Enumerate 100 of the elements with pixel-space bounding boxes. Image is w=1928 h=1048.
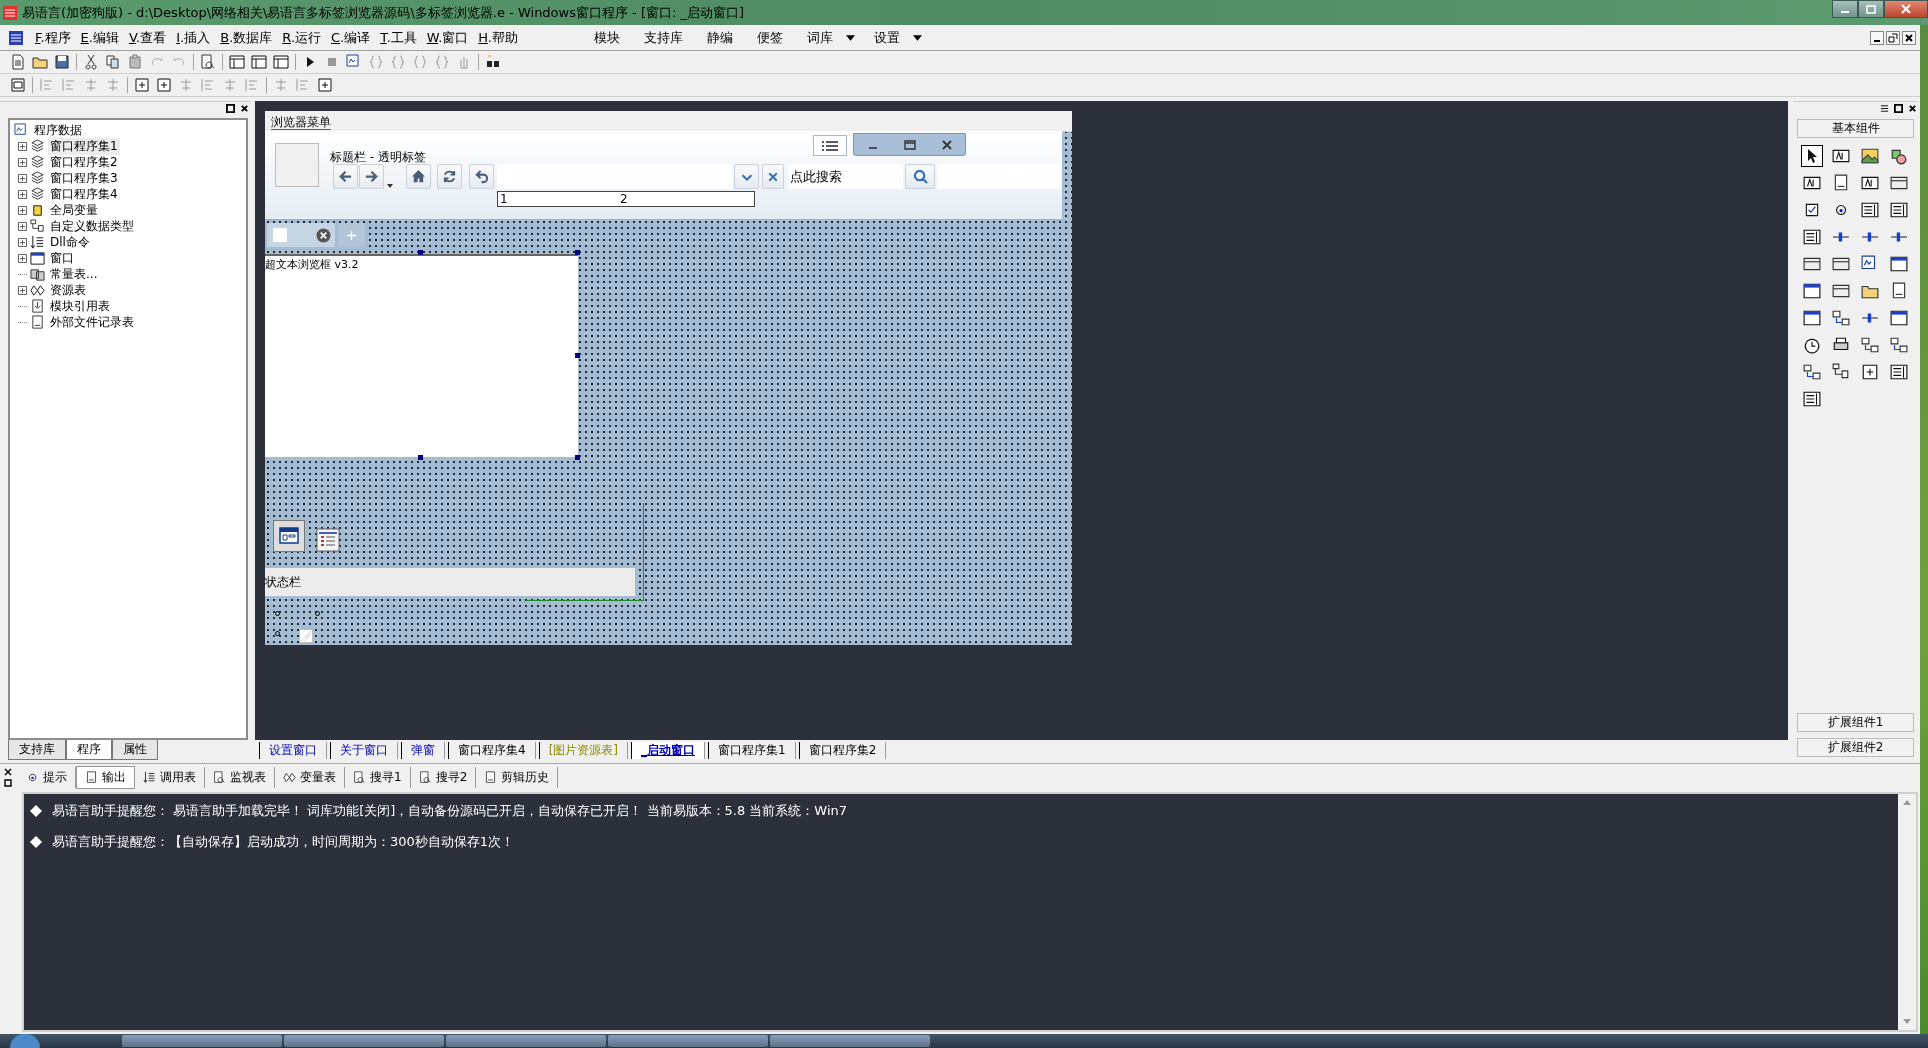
tree-item[interactable]: 窗口 (48, 249, 76, 267)
resize-handle[interactable] (418, 250, 423, 255)
folder-icon[interactable] (32, 54, 48, 70)
tree-item[interactable]: 窗口程序集3 (48, 169, 120, 187)
expand-icon[interactable] (18, 221, 27, 231)
search-button[interactable] (905, 164, 935, 189)
tree-item[interactable]: 常量表... (48, 265, 100, 283)
menu-item[interactable]: 浏览器菜单 (271, 115, 331, 130)
find-icon[interactable] (200, 54, 216, 70)
menu-item[interactable]: R.运行 (277, 28, 326, 47)
menu-item[interactable]: B.数据库 (215, 28, 278, 47)
save-icon[interactable] (54, 54, 70, 70)
binoculars-icon[interactable] (485, 54, 501, 70)
menu-item[interactable]: I.插入 (171, 28, 216, 47)
expand-icon[interactable] (18, 157, 27, 167)
editor-tab[interactable]: 设置窗口 (259, 741, 327, 759)
back-button[interactable] (333, 164, 358, 189)
cut-icon[interactable] (83, 54, 99, 70)
toolbox-category[interactable]: 扩展组件2 (1797, 738, 1914, 757)
menu-item[interactable]: C.编译 (326, 28, 376, 47)
forward-button[interactable] (359, 164, 384, 189)
menu-button[interactable] (1878, 102, 1890, 114)
close-button[interactable] (1902, 30, 1916, 45)
output-tab[interactable]: 剪辑历史 (476, 766, 559, 788)
menu-item[interactable]: 设置 (869, 28, 905, 47)
address-field[interactable] (497, 164, 733, 189)
panel-tab[interactable]: 支持库 (8, 740, 66, 760)
expand-icon[interactable] (18, 173, 27, 183)
screen-icon[interactable] (346, 54, 362, 70)
window-icon[interactable] (273, 520, 305, 552)
tree-item[interactable]: 自定义数据类型 (48, 217, 136, 235)
pointer-icon[interactable] (1801, 145, 1823, 167)
output-tab[interactable]: 监视表 (205, 766, 275, 788)
menu-item[interactable]: 词库 (802, 28, 838, 47)
paste-icon[interactable] (127, 54, 143, 70)
tree-item[interactable]: 外部文件记录表 (48, 313, 136, 331)
close-icon[interactable] (316, 227, 331, 243)
close-button[interactable] (1884, 0, 1928, 18)
menu-item[interactable]: H.帮助 (473, 28, 523, 47)
caret-icon[interactable] (913, 34, 922, 41)
tree-item[interactable]: 模块引用表 (48, 297, 112, 315)
panel-tab[interactable]: 属性 (112, 740, 158, 760)
layout-icon[interactable] (273, 54, 289, 70)
tree-item[interactable]: 全局变量 (48, 201, 100, 219)
tree-item[interactable]: 窗口程序集4 (48, 185, 120, 203)
refresh-button[interactable] (437, 164, 462, 189)
editor-tab[interactable]: 弹窗 (401, 741, 445, 759)
close-button[interactable] (1906, 102, 1918, 114)
expand-icon[interactable] (18, 205, 27, 215)
resize-handle[interactable] (575, 455, 580, 460)
editor-tab[interactable]: 窗口程序集4 (448, 741, 536, 759)
menu-item[interactable]: V.查看 (123, 28, 172, 47)
minimize-button[interactable] (1870, 30, 1884, 45)
float-button[interactable] (1892, 102, 1904, 114)
menu-item[interactable]: 模块 (589, 28, 625, 47)
layout-icon[interactable] (251, 54, 267, 70)
expand-icon[interactable] (18, 189, 27, 199)
editor-tab[interactable]: 关于窗口 (330, 741, 398, 759)
copy-icon[interactable] (105, 54, 121, 70)
tree-item[interactable]: 程序数据 (32, 121, 84, 139)
output-tab[interactable]: 搜寻1 (345, 766, 411, 788)
tree-item[interactable]: 资源表 (48, 281, 88, 299)
tree-item[interactable]: 窗口程序集2 (48, 153, 120, 171)
menu-item[interactable]: E.编辑 (75, 28, 124, 47)
minimize-button[interactable] (1832, 0, 1858, 18)
home-button[interactable] (406, 164, 431, 189)
maximize-button[interactable] (1858, 0, 1884, 18)
caret-icon[interactable] (846, 34, 855, 41)
panel-tab[interactable]: 程序 (66, 740, 112, 760)
float-button[interactable] (224, 102, 236, 114)
expand-icon[interactable] (18, 253, 27, 263)
tree-item[interactable]: Dll命令 (48, 233, 92, 251)
output-tab[interactable]: 输出 (76, 765, 135, 789)
search-field[interactable]: 点此搜索 (788, 164, 903, 189)
expand-icon[interactable] (18, 237, 27, 247)
editor-tab[interactable]: 窗口程序集1 (708, 741, 796, 759)
tree-item[interactable]: 窗口程序集1 (48, 137, 120, 155)
toolbox-category[interactable]: 基本组件 (1797, 119, 1914, 138)
resize-handle[interactable] (418, 455, 423, 460)
expand-icon[interactable] (18, 141, 27, 151)
form-icon[interactable] (316, 528, 340, 552)
editor-tab[interactable]: 窗口程序集2 (798, 741, 887, 759)
menu-button[interactable] (813, 135, 847, 156)
menu-item[interactable]: W.窗口 (421, 28, 474, 47)
dropdown-button[interactable] (734, 164, 759, 189)
float-icon[interactable] (4, 778, 12, 787)
resize-handle[interactable] (575, 250, 580, 255)
menu-item[interactable]: 支持库 (639, 28, 688, 47)
caret-icon[interactable] (387, 184, 393, 188)
undo-button[interactable] (469, 164, 494, 189)
new-file-icon[interactable] (10, 54, 26, 70)
menu-item[interactable]: F.程序 (30, 28, 76, 47)
toolbox-category[interactable]: 扩展组件1 (1797, 713, 1914, 732)
form-icon[interactable] (10, 77, 26, 93)
layout-icon[interactable] (229, 54, 245, 70)
start-button[interactable] (10, 1034, 40, 1048)
resize-handle[interactable] (575, 353, 580, 358)
menu-item[interactable]: 便签 (752, 28, 788, 47)
close-icon[interactable] (4, 767, 12, 776)
clear-button[interactable] (762, 164, 784, 189)
